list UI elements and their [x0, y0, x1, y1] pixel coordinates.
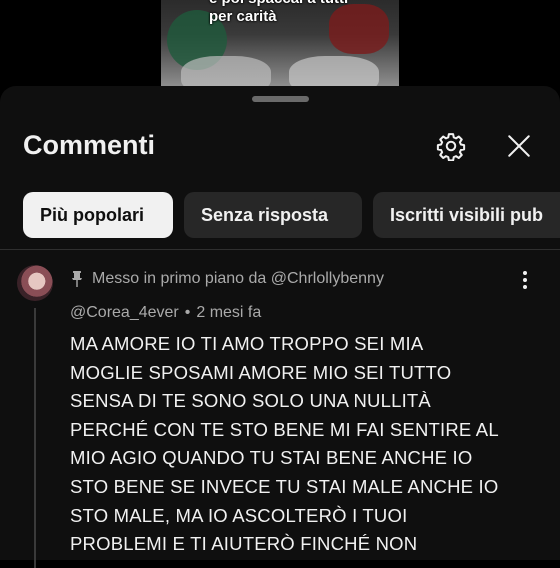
chip-most-popular[interactable]: Più popolari: [23, 192, 173, 238]
pinned-text: Messo in primo piano da @Chrlollybenny: [92, 270, 384, 287]
comment-line: PROBLEMI E TI AIUTERÒ FINCHÉ NON: [70, 533, 418, 555]
comment-line: STO MALE, MA IO ASCOLTERÒ I TUOI: [70, 504, 408, 526]
chip-unanswered[interactable]: Senza risposta: [184, 192, 362, 238]
video-caption-line: e poi spaccai a tutti: [209, 0, 389, 8]
drag-handle[interactable]: [252, 96, 309, 102]
comment-line: PERCHÉ CON TE STO BENE MI FAI SENTIRE AL: [70, 418, 499, 440]
comment-line: SENSA DI TE SONO SOLO UNA NULLITÀ: [70, 390, 431, 412]
video-caption-line: per carità: [209, 8, 277, 25]
comment-body: MA AMORE IO TI AMO TROPPO SEI MIA MOGLIE…: [70, 330, 540, 559]
comment-thread: Messo in primo piano da @Chrlollybenny @…: [0, 250, 560, 568]
comment-line: MIO AGIO QUANDO TU STAI BENE ANCHE IO: [70, 447, 473, 469]
video-figure: [289, 56, 379, 86]
thread-line: [34, 308, 36, 568]
pin-icon: [70, 271, 84, 287]
more-vert-icon: [523, 271, 527, 289]
comment-meta: @Corea_4ever • 2 mesi fa: [70, 304, 261, 322]
settings-button[interactable]: [433, 128, 469, 164]
video-figure: [181, 56, 271, 86]
pinned-label: Messo in primo piano da @Chrlollybenny: [70, 270, 384, 288]
comment-author[interactable]: @Corea_4ever: [70, 304, 179, 321]
comment-line: MOGLIE SPOSAMI AMORE MIO SEI TUTTO: [70, 361, 452, 383]
filter-chips: Più popolari Senza risposta Iscritti vis…: [0, 192, 560, 239]
gear-icon: [436, 133, 466, 161]
meta-separator: •: [184, 304, 191, 321]
comment-line: MA AMORE IO TI AMO TROPPO SEI MIA: [70, 333, 424, 354]
close-icon: [508, 135, 530, 157]
avatar[interactable]: [17, 265, 53, 301]
sheet-title: Commenti: [23, 130, 156, 160]
comment-line: STO BENE SE INVECE TU STAI MALE ANCHE IO: [70, 475, 499, 497]
video-player[interactable]: e poi spaccai a tutti per carità: [161, 0, 399, 86]
more-options-button[interactable]: [513, 268, 537, 292]
close-button[interactable]: [501, 128, 537, 164]
comments-sheet: Commenti Più popolari Senza risposta Isc…: [0, 86, 560, 568]
comment-time: 2 mesi fa: [196, 304, 262, 321]
video-caption: e poi spaccai a tutti per carità: [209, 0, 389, 26]
chip-visible-subscribers[interactable]: Iscritti visibili pub: [373, 192, 560, 238]
